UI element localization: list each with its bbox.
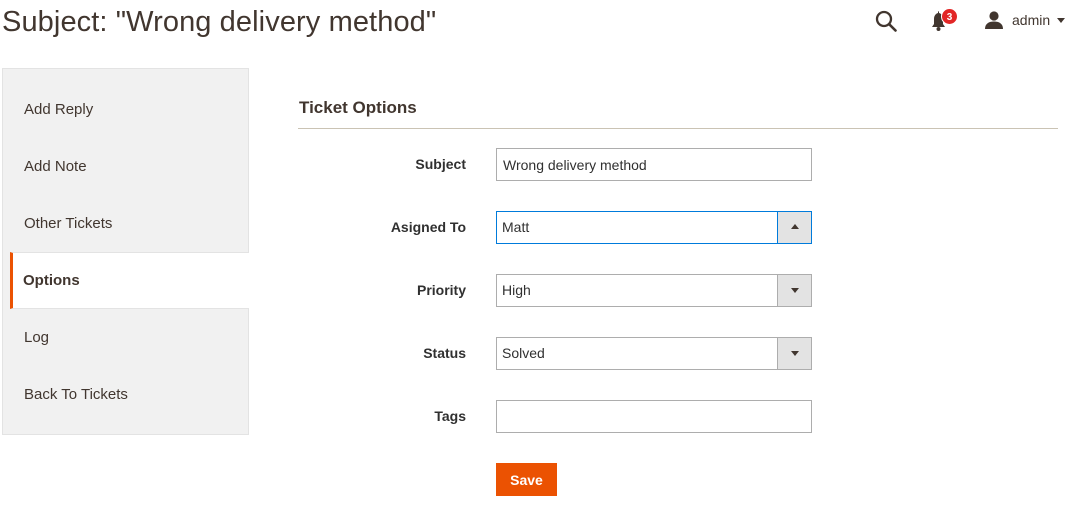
notification-count-badge[interactable]: 3 bbox=[941, 8, 958, 25]
sidebar-item-back-to-tickets[interactable]: Back To Tickets bbox=[3, 366, 248, 423]
save-button[interactable]: Save bbox=[496, 463, 557, 496]
priority-select[interactable]: High bbox=[496, 274, 812, 307]
chevron-up-icon bbox=[791, 224, 799, 229]
assigned-to-toggle[interactable] bbox=[777, 212, 811, 243]
user-menu[interactable]: admin bbox=[984, 9, 1066, 31]
status-value: Solved bbox=[502, 345, 545, 361]
sidebar-item-log[interactable]: Log bbox=[3, 309, 248, 366]
status-label: Status bbox=[423, 345, 466, 361]
sidebar-item-options[interactable]: Options bbox=[10, 252, 249, 309]
subject-label: Subject bbox=[415, 156, 466, 172]
chevron-down-icon bbox=[1057, 17, 1066, 23]
section-divider bbox=[298, 128, 1058, 129]
assigned-to-label: Asigned To bbox=[390, 219, 466, 235]
sidebar-item-label: Other Tickets bbox=[24, 215, 113, 232]
subject-input[interactable] bbox=[496, 148, 812, 181]
sidebar-item-add-reply[interactable]: Add Reply bbox=[3, 69, 248, 138]
chevron-down-icon bbox=[791, 288, 799, 293]
status-select[interactable]: Solved bbox=[496, 337, 812, 370]
chevron-down-icon bbox=[791, 351, 799, 356]
sidebar-item-label: Log bbox=[24, 329, 50, 346]
user-name: admin bbox=[1012, 12, 1051, 28]
sidebar-item-label: Add Reply bbox=[24, 100, 94, 118]
sidebar-item-label: Back To Tickets bbox=[24, 386, 128, 403]
search-icon[interactable] bbox=[874, 9, 898, 33]
tags-label: Tags bbox=[434, 408, 466, 424]
user-icon bbox=[985, 11, 1003, 29]
tags-input[interactable] bbox=[496, 400, 812, 433]
section-title: Ticket Options bbox=[299, 98, 417, 117]
sidebar: Add Reply Add Note Other Tickets Options… bbox=[2, 68, 249, 435]
assigned-to-value: Matt bbox=[502, 219, 530, 235]
priority-toggle[interactable] bbox=[777, 275, 811, 306]
sidebar-item-add-note[interactable]: Add Note bbox=[3, 138, 248, 195]
page-title: Subject: "Wrong delivery method" bbox=[2, 6, 437, 38]
status-toggle[interactable] bbox=[777, 338, 811, 369]
sidebar-item-label: Options bbox=[23, 272, 80, 289]
sidebar-item-label: Add Note bbox=[24, 158, 87, 175]
sidebar-item-other-tickets[interactable]: Other Tickets bbox=[3, 195, 248, 252]
priority-label: Priority bbox=[416, 282, 466, 298]
priority-value: High bbox=[502, 282, 531, 298]
assigned-to-select[interactable]: Matt bbox=[496, 211, 812, 244]
